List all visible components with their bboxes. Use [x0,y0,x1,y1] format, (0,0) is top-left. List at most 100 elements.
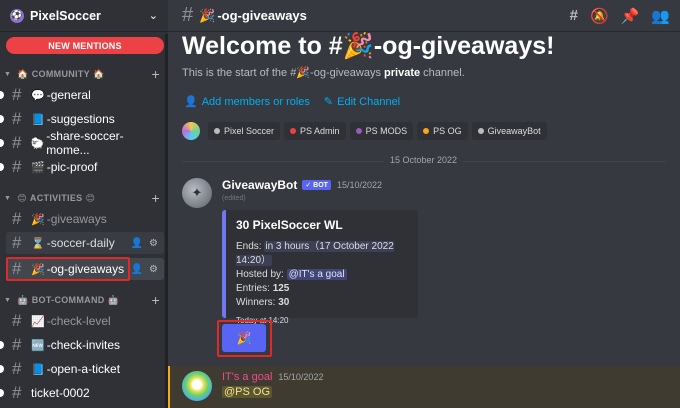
smile-emoji-icon: 😊 [85,192,96,203]
message-header: IT's a goal 15/10/2022 [222,371,323,383]
pencil-icon: ✎ [323,96,334,108]
giveaway-embed: 30 PixelSoccer WL Ends: in 3 hours（17 Oc… [222,210,418,325]
embed-entries: Entries: 125 [236,283,290,294]
highlight-box [6,257,130,281]
channel-sidebar: ⚽ PixelSoccer ⌄ NEW MENTIONS ▼ 🏠 COMMUNI… [0,0,168,408]
chevron-down-icon: ▼ [4,194,12,202]
add-channel-icon[interactable]: + [152,292,160,308]
chart-emoji-icon: 📈 [31,315,45,328]
role-list: Pixel Soccer PS Admin PS MODS PS OG Give… [182,122,547,140]
embed-title: 30 PixelSoccer WL [236,218,343,232]
sidebar-scrollbar[interactable] [165,34,168,408]
hash-icon: # [12,133,22,152]
party-popper-emoji-icon: 🎉 [199,7,216,23]
hash-icon: # [12,359,22,378]
robot-emoji-icon: 🤖 [107,294,120,305]
channel-label: ticket-0002 [31,386,90,400]
highlight-box [217,320,272,357]
party-popper-emoji-icon: 🎉 [342,32,374,60]
hash-icon: # [12,311,22,330]
channel-title: -og-giveaways [217,8,307,23]
add-channel-icon[interactable]: + [152,66,160,82]
channel-ticket-0002[interactable]: # ticket-0002 [0,382,164,404]
message-header: GiveawayBot ✓ BOT 15/10/2022 [222,178,382,192]
book-emoji-icon: 📘 [31,113,45,126]
welcome-intro: This is the start of the #🎉-og-giveaways… [182,67,465,79]
threads-icon[interactable]: # [570,7,578,25]
edit-channel-link[interactable]: ✎ Edit Channel [324,95,400,108]
members-icon[interactable]: 👥 [651,7,670,25]
hash-icon: # [182,4,194,26]
server-name: PixelSoccer [30,8,101,23]
author-name[interactable]: IT's a goal [222,371,272,383]
channel-share-soccer-moments[interactable]: # 🐑 -share-soccer-mome... [0,129,164,157]
channel-label: -share-soccer-mome... [46,129,124,157]
role-mention[interactable]: @PS OG [222,386,273,398]
book-emoji-icon: 📘 [31,363,45,376]
timestamp: 15/10/2022 [278,372,324,382]
role-chip[interactable]: Pixel Soccer [208,122,281,140]
hash-icon: # [12,109,22,128]
date-divider-label: 15 October 2022 [384,155,464,165]
welcome-title: Welcome to #🎉-og-giveaways! [182,32,555,60]
channel-label: -general [46,88,91,102]
channel-general[interactable]: # 💬 -general [0,84,164,106]
invite-member-icon[interactable]: 👤 [131,238,143,249]
bot-avatar[interactable]: ✦ [182,178,212,208]
add-members-link[interactable]: 👤 Add members or roles [184,95,310,108]
role-chip[interactable]: PS Admin [284,122,346,140]
add-user-icon: 👤 [184,96,198,108]
channel-soccer-daily[interactable]: # ⌛ -soccer-daily 👤 ⚙ [6,232,164,254]
channel-suggestions[interactable]: # 📘 -suggestions [0,108,164,130]
embed-hosted: Hosted by: @IT's a goal [236,269,347,280]
chevron-down-icon[interactable]: ⌄ [149,9,158,22]
server-icon: ⚽ [10,8,24,23]
party-popper-emoji-icon: 🎉 [296,67,311,79]
new-mentions-pill[interactable]: NEW MENTIONS [6,37,164,54]
role-chip[interactable]: GiveawayBot [471,122,547,140]
channel-label: -suggestions [46,112,115,126]
pin-icon[interactable]: 📌 [621,7,640,25]
role-chip[interactable]: PS OG [417,122,468,140]
invite-member-icon[interactable]: 👤 [131,264,143,275]
embed-winners: Winners: 30 [236,297,290,308]
author-name[interactable]: GiveawayBot [222,178,297,192]
bot-badge: ✓ BOT [302,180,331,190]
edited-label: (edited) [222,195,246,202]
hash-icon: # [12,335,22,354]
channel-giveaways[interactable]: # 🎉 -giveaways [6,208,164,230]
channel-check-level[interactable]: # 📈 -check-level [6,310,164,332]
user-avatar[interactable] [182,371,212,401]
mute-bell-icon[interactable]: 🔕 [590,7,609,25]
channel-check-invites[interactable]: # 🆕 -check-invites [0,334,164,356]
add-channel-icon[interactable]: + [152,190,160,206]
gear-icon[interactable]: ⚙ [149,264,158,275]
timestamp: 15/10/2022 [336,180,383,190]
category-label: BOT-COMMAND [31,295,105,305]
gear-icon[interactable]: ⚙ [149,238,158,249]
speech-bubble-emoji-icon: 💬 [31,89,45,102]
category-community[interactable]: ▼ 🏠 COMMUNITY 🏠 + [4,66,160,82]
channel-label: -open-a-ticket [46,362,121,376]
channel-label: -check-invites [46,338,121,352]
hash-icon: # [12,85,22,104]
channel-label: -check-level [46,314,111,328]
channel-label: -soccer-daily [46,236,115,250]
channel-actions: 👤 Add members or roles ✎ Edit Channel [184,95,400,108]
hash-icon: # [12,209,22,228]
embed-ends: Ends: in 3 hours（17 October 2022 14:20） [236,241,394,266]
server-avatar [182,122,200,140]
user-mention[interactable]: @IT's a goal [286,269,347,280]
robot-emoji-icon: 🤖 [17,294,29,305]
clapper-emoji-icon: 🎬 [31,161,45,174]
role-chip[interactable]: PS MODS [349,122,414,140]
server-header[interactable]: ⚽ PixelSoccer ⌄ [0,0,168,32]
category-bot-command[interactable]: ▼ 🤖 BOT-COMMAND 🤖 + [4,292,160,308]
channel-open-a-ticket[interactable]: # 📘 -open-a-ticket [0,358,164,380]
chevron-down-icon: ▼ [4,296,12,304]
hash-icon: # [12,383,22,402]
channel-pic-proof[interactable]: # 🎬 -pic-proof [0,156,164,178]
category-activities[interactable]: ▼ 😊 ACTIVITIES 😊 + [4,190,160,206]
sheep-emoji-icon: 🐑 [30,137,45,150]
channel-header: # 🎉 -og-giveaways # 🔕 📌 👥 [168,0,680,32]
